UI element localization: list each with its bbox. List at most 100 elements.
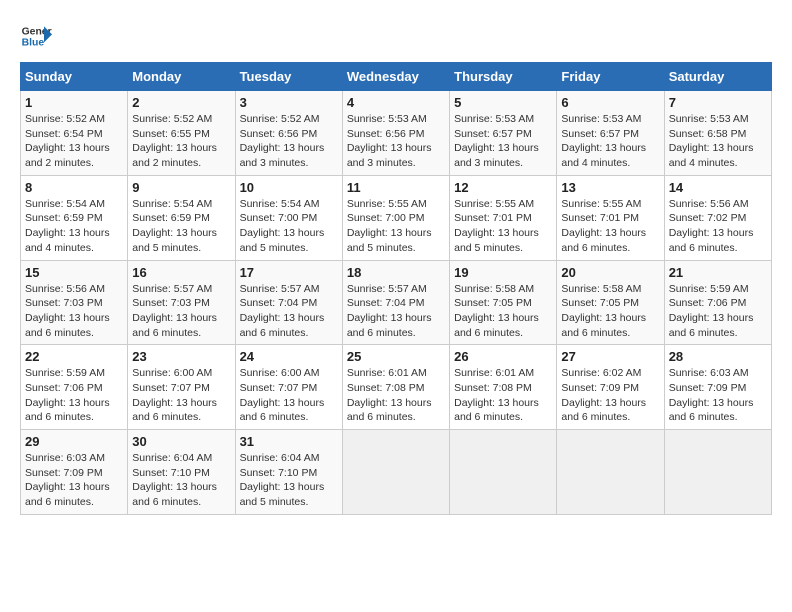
day-info: Sunrise: 5:55 AMSunset: 7:01 PMDaylight:…: [454, 198, 539, 254]
day-info: Sunrise: 5:53 AMSunset: 6:57 PMDaylight:…: [561, 113, 646, 169]
day-info: Sunrise: 5:54 AMSunset: 7:00 PMDaylight:…: [240, 198, 325, 254]
calendar-cell: 17 Sunrise: 5:57 AMSunset: 7:04 PMDaylig…: [235, 260, 342, 345]
day-info: Sunrise: 5:53 AMSunset: 6:56 PMDaylight:…: [347, 113, 432, 169]
day-number: 9: [132, 180, 230, 195]
day-number: 22: [25, 349, 123, 364]
calendar-cell: 5 Sunrise: 5:53 AMSunset: 6:57 PMDayligh…: [450, 91, 557, 176]
day-number: 3: [240, 95, 338, 110]
day-info: Sunrise: 5:53 AMSunset: 6:57 PMDaylight:…: [454, 113, 539, 169]
day-number: 20: [561, 265, 659, 280]
day-number: 21: [669, 265, 767, 280]
calendar-body: 1 Sunrise: 5:52 AMSunset: 6:54 PMDayligh…: [21, 91, 772, 515]
calendar-cell: 7 Sunrise: 5:53 AMSunset: 6:58 PMDayligh…: [664, 91, 771, 176]
day-number: 17: [240, 265, 338, 280]
day-number: 29: [25, 434, 123, 449]
calendar-week-4: 22 Sunrise: 5:59 AMSunset: 7:06 PMDaylig…: [21, 345, 772, 430]
calendar-week-2: 8 Sunrise: 5:54 AMSunset: 6:59 PMDayligh…: [21, 175, 772, 260]
calendar-week-3: 15 Sunrise: 5:56 AMSunset: 7:03 PMDaylig…: [21, 260, 772, 345]
calendar-cell: 13 Sunrise: 5:55 AMSunset: 7:01 PMDaylig…: [557, 175, 664, 260]
calendar-cell: 25 Sunrise: 6:01 AMSunset: 7:08 PMDaylig…: [342, 345, 449, 430]
day-number: 2: [132, 95, 230, 110]
calendar-cell: 11 Sunrise: 5:55 AMSunset: 7:00 PMDaylig…: [342, 175, 449, 260]
calendar-table: SundayMondayTuesdayWednesdayThursdayFrid…: [20, 62, 772, 515]
calendar-cell: 19 Sunrise: 5:58 AMSunset: 7:05 PMDaylig…: [450, 260, 557, 345]
calendar-cell: 4 Sunrise: 5:53 AMSunset: 6:56 PMDayligh…: [342, 91, 449, 176]
day-info: Sunrise: 5:55 AMSunset: 7:01 PMDaylight:…: [561, 198, 646, 254]
day-info: Sunrise: 5:54 AMSunset: 6:59 PMDaylight:…: [132, 198, 217, 254]
day-number: 10: [240, 180, 338, 195]
weekday-header-tuesday: Tuesday: [235, 63, 342, 91]
calendar-cell: 26 Sunrise: 6:01 AMSunset: 7:08 PMDaylig…: [450, 345, 557, 430]
day-info: Sunrise: 5:54 AMSunset: 6:59 PMDaylight:…: [25, 198, 110, 254]
calendar-cell: 30 Sunrise: 6:04 AMSunset: 7:10 PMDaylig…: [128, 430, 235, 515]
day-number: 12: [454, 180, 552, 195]
day-info: Sunrise: 6:01 AMSunset: 7:08 PMDaylight:…: [454, 367, 539, 423]
day-number: 15: [25, 265, 123, 280]
weekday-header-row: SundayMondayTuesdayWednesdayThursdayFrid…: [21, 63, 772, 91]
calendar-week-5: 29 Sunrise: 6:03 AMSunset: 7:09 PMDaylig…: [21, 430, 772, 515]
day-number: 28: [669, 349, 767, 364]
day-info: Sunrise: 5:58 AMSunset: 7:05 PMDaylight:…: [454, 283, 539, 339]
day-info: Sunrise: 6:00 AMSunset: 7:07 PMDaylight:…: [240, 367, 325, 423]
calendar-cell: 8 Sunrise: 5:54 AMSunset: 6:59 PMDayligh…: [21, 175, 128, 260]
calendar-cell: 27 Sunrise: 6:02 AMSunset: 7:09 PMDaylig…: [557, 345, 664, 430]
day-number: 16: [132, 265, 230, 280]
calendar-cell: 20 Sunrise: 5:58 AMSunset: 7:05 PMDaylig…: [557, 260, 664, 345]
day-info: Sunrise: 5:53 AMSunset: 6:58 PMDaylight:…: [669, 113, 754, 169]
day-info: Sunrise: 5:52 AMSunset: 6:56 PMDaylight:…: [240, 113, 325, 169]
day-info: Sunrise: 5:56 AMSunset: 7:03 PMDaylight:…: [25, 283, 110, 339]
calendar-header: SundayMondayTuesdayWednesdayThursdayFrid…: [21, 63, 772, 91]
day-number: 19: [454, 265, 552, 280]
calendar-cell: 29 Sunrise: 6:03 AMSunset: 7:09 PMDaylig…: [21, 430, 128, 515]
day-number: 31: [240, 434, 338, 449]
day-number: 27: [561, 349, 659, 364]
day-number: 11: [347, 180, 445, 195]
day-number: 18: [347, 265, 445, 280]
page-header: General Blue: [20, 20, 772, 52]
calendar-cell: 18 Sunrise: 5:57 AMSunset: 7:04 PMDaylig…: [342, 260, 449, 345]
calendar-cell: [342, 430, 449, 515]
day-info: Sunrise: 5:57 AMSunset: 7:03 PMDaylight:…: [132, 283, 217, 339]
calendar-cell: [664, 430, 771, 515]
day-info: Sunrise: 5:59 AMSunset: 7:06 PMDaylight:…: [669, 283, 754, 339]
calendar-cell: 1 Sunrise: 5:52 AMSunset: 6:54 PMDayligh…: [21, 91, 128, 176]
calendar-week-1: 1 Sunrise: 5:52 AMSunset: 6:54 PMDayligh…: [21, 91, 772, 176]
calendar-cell: 23 Sunrise: 6:00 AMSunset: 7:07 PMDaylig…: [128, 345, 235, 430]
calendar-cell: [450, 430, 557, 515]
calendar-cell: 24 Sunrise: 6:00 AMSunset: 7:07 PMDaylig…: [235, 345, 342, 430]
calendar-cell: 14 Sunrise: 5:56 AMSunset: 7:02 PMDaylig…: [664, 175, 771, 260]
day-info: Sunrise: 6:04 AMSunset: 7:10 PMDaylight:…: [132, 452, 217, 508]
day-info: Sunrise: 5:52 AMSunset: 6:54 PMDaylight:…: [25, 113, 110, 169]
day-info: Sunrise: 5:57 AMSunset: 7:04 PMDaylight:…: [240, 283, 325, 339]
calendar-cell: 9 Sunrise: 5:54 AMSunset: 6:59 PMDayligh…: [128, 175, 235, 260]
day-number: 4: [347, 95, 445, 110]
day-info: Sunrise: 6:03 AMSunset: 7:09 PMDaylight:…: [669, 367, 754, 423]
day-info: Sunrise: 5:52 AMSunset: 6:55 PMDaylight:…: [132, 113, 217, 169]
calendar-cell: 6 Sunrise: 5:53 AMSunset: 6:57 PMDayligh…: [557, 91, 664, 176]
day-number: 14: [669, 180, 767, 195]
day-number: 5: [454, 95, 552, 110]
calendar-cell: 10 Sunrise: 5:54 AMSunset: 7:00 PMDaylig…: [235, 175, 342, 260]
day-info: Sunrise: 5:59 AMSunset: 7:06 PMDaylight:…: [25, 367, 110, 423]
calendar-cell: 16 Sunrise: 5:57 AMSunset: 7:03 PMDaylig…: [128, 260, 235, 345]
calendar-cell: 22 Sunrise: 5:59 AMSunset: 7:06 PMDaylig…: [21, 345, 128, 430]
calendar-cell: 21 Sunrise: 5:59 AMSunset: 7:06 PMDaylig…: [664, 260, 771, 345]
svg-text:Blue: Blue: [22, 38, 45, 49]
day-number: 30: [132, 434, 230, 449]
day-info: Sunrise: 6:00 AMSunset: 7:07 PMDaylight:…: [132, 367, 217, 423]
day-number: 8: [25, 180, 123, 195]
day-number: 13: [561, 180, 659, 195]
day-info: Sunrise: 6:02 AMSunset: 7:09 PMDaylight:…: [561, 367, 646, 423]
calendar-cell: 3 Sunrise: 5:52 AMSunset: 6:56 PMDayligh…: [235, 91, 342, 176]
weekday-header-friday: Friday: [557, 63, 664, 91]
calendar-cell: 15 Sunrise: 5:56 AMSunset: 7:03 PMDaylig…: [21, 260, 128, 345]
day-info: Sunrise: 5:55 AMSunset: 7:00 PMDaylight:…: [347, 198, 432, 254]
logo: General Blue: [20, 20, 52, 52]
calendar-cell: 2 Sunrise: 5:52 AMSunset: 6:55 PMDayligh…: [128, 91, 235, 176]
weekday-header-sunday: Sunday: [21, 63, 128, 91]
day-number: 24: [240, 349, 338, 364]
calendar-cell: 31 Sunrise: 6:04 AMSunset: 7:10 PMDaylig…: [235, 430, 342, 515]
calendar-cell: 28 Sunrise: 6:03 AMSunset: 7:09 PMDaylig…: [664, 345, 771, 430]
weekday-header-wednesday: Wednesday: [342, 63, 449, 91]
day-info: Sunrise: 6:03 AMSunset: 7:09 PMDaylight:…: [25, 452, 110, 508]
